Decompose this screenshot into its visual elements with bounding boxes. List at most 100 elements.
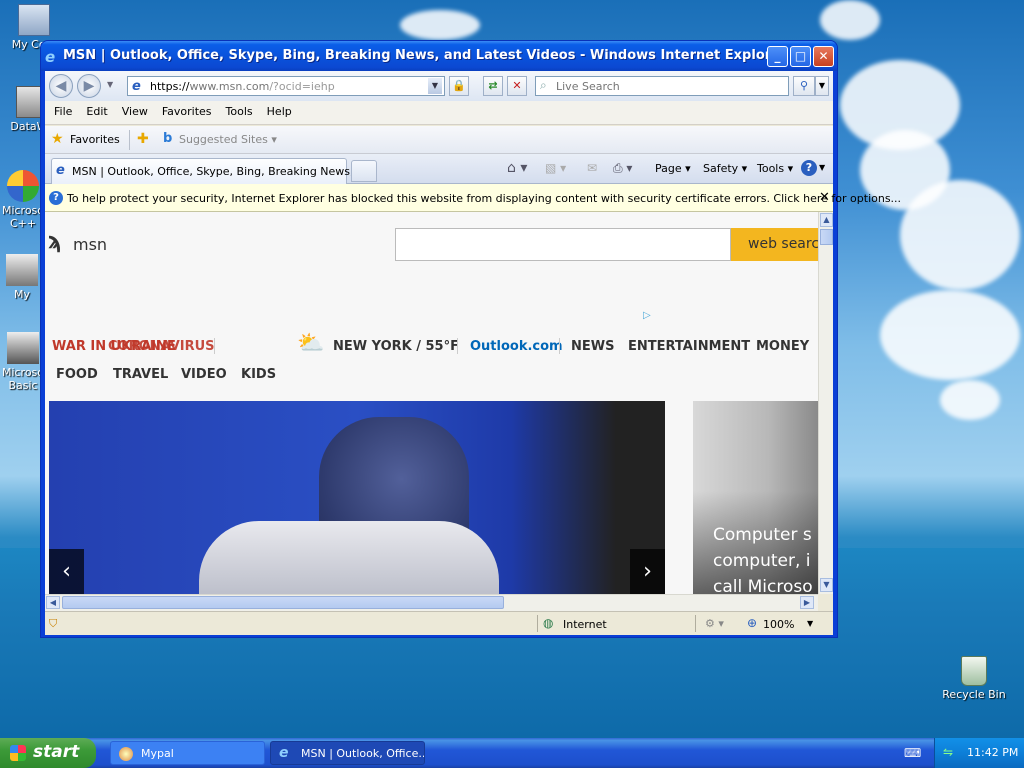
menu-tools[interactable]: Tools — [219, 101, 260, 118]
feeds-icon[interactable]: ▧ ▾ — [545, 161, 566, 175]
zoom-level[interactable]: 100% — [763, 618, 794, 631]
window-title: MSN | Outlook, Office, Skype, Bing, Brea… — [63, 48, 787, 63]
horizontal-scroll-thumb[interactable] — [62, 596, 504, 609]
nav-news[interactable]: NEWS — [571, 339, 614, 354]
carousel-prev-button[interactable]: ‹ — [49, 549, 84, 594]
zoom-dropdown-icon[interactable]: ▼ — [807, 619, 813, 628]
protected-mode-icon[interactable]: ⚙ ▾ — [705, 617, 724, 630]
msn-search-input[interactable] — [395, 228, 731, 261]
forward-arrow-icon: ▶ — [83, 78, 95, 94]
minimize-button[interactable]: _ — [767, 46, 788, 67]
visual-basic-icon — [7, 332, 39, 364]
keyboard-icon[interactable]: ⌨ — [904, 746, 921, 760]
nav-travel[interactable]: TRAVEL — [113, 367, 168, 382]
tools-menu-button[interactable]: Tools ▾ — [757, 162, 793, 175]
mypal-app-icon — [119, 747, 133, 761]
hero-carousel-image[interactable]: ‹ › — [49, 401, 665, 594]
side-story-card[interactable]: Computer s computer, i call Microso — [693, 401, 818, 594]
search-box[interactable]: ⌕ — [535, 76, 789, 96]
desktop-icon-my[interactable]: My — [2, 254, 42, 301]
bing-icon: b — [163, 131, 173, 146]
tab-page-icon: e — [56, 163, 65, 178]
close-button[interactable]: ✕ — [813, 46, 834, 67]
information-bar[interactable]: ? To help protect your security, Interne… — [45, 184, 901, 212]
nav-entertainment[interactable]: ENTERTAINMENT — [628, 339, 750, 354]
ad-choices-icon[interactable]: ▷ — [643, 310, 651, 321]
horizontal-scrollbar[interactable]: ◀ ▶ — [45, 594, 818, 611]
scroll-up-arrow-icon[interactable]: ▲ — [820, 213, 833, 227]
desktop-icon-recycle-bin[interactable]: Recycle Bin — [942, 656, 1006, 701]
nav-coronavirus[interactable]: CORONAVIRUS — [108, 339, 215, 354]
help-dropdown-icon[interactable]: ▼ — [819, 163, 825, 172]
shield-icon: ? — [49, 191, 63, 205]
nav-divider — [214, 338, 215, 354]
safety-menu-button[interactable]: Safety ▾ — [703, 162, 747, 175]
scroll-down-arrow-icon[interactable]: ▼ — [820, 578, 833, 592]
status-bar: ⛉ ◍ Internet ⚙ ▾ ⊕ 100% ▼ — [45, 611, 833, 635]
help-icon[interactable]: ? — [801, 160, 817, 176]
suggested-sites-link[interactable]: Suggested Sites ▾ — [179, 133, 277, 146]
search-magnifier-icon: ⌕ — [540, 78, 547, 92]
favorites-star-icon: ★ — [51, 131, 64, 147]
status-divider — [537, 615, 538, 632]
back-arrow-icon: ◀ — [55, 78, 67, 94]
favorites-button[interactable]: Favorites — [70, 133, 120, 146]
address-url: https://www.msn.com/?ocid=iehp — [150, 80, 335, 93]
menu-favorites[interactable]: Favorites — [155, 101, 219, 118]
msn-logo[interactable]: msn — [73, 235, 107, 254]
vertical-scroll-thumb[interactable] — [820, 229, 833, 245]
title-bar[interactable]: e MSN | Outlook, Office, Skype, Bing, Br… — [41, 41, 837, 71]
add-favorites-icon[interactable]: ✚ — [137, 131, 149, 147]
nav-money[interactable]: MONEY — [756, 339, 809, 354]
refresh-button[interactable]: ⇄ — [483, 76, 503, 96]
security-zone[interactable]: Internet — [563, 618, 607, 631]
clock[interactable]: 11:42 PM — [967, 746, 1018, 759]
maximize-button[interactable]: □ — [790, 46, 811, 67]
taskbar-item-msn[interactable]: e MSN | Outlook, Office.... — [270, 741, 425, 765]
page-menu-button[interactable]: Page ▾ — [655, 162, 691, 175]
mail-icon[interactable]: ✉ — [587, 161, 597, 175]
favorites-bar: ★ Favorites ✚ b Suggested Sites ▾ — [45, 126, 833, 154]
home-icon[interactable]: ⌂ ▾ — [507, 160, 527, 176]
nav-outlook[interactable]: Outlook.com — [470, 339, 563, 354]
nav-weather[interactable]: NEW YORK / 55°F — [333, 339, 459, 354]
scroll-right-arrow-icon[interactable]: ▶ — [800, 596, 814, 609]
web-search-button[interactable]: web search — [731, 228, 818, 261]
carousel-next-button[interactable]: › — [630, 549, 665, 594]
status-divider — [695, 615, 696, 632]
back-button[interactable]: ◀ — [49, 74, 73, 98]
address-dropdown-icon[interactable]: ▼ — [428, 78, 442, 94]
shortcut-icon — [6, 254, 38, 286]
taskbar-item-mypal[interactable]: Mypal — [110, 741, 265, 765]
history-dropdown-icon[interactable]: ▼ — [107, 80, 113, 89]
menu-edit[interactable]: Edit — [79, 101, 114, 118]
address-bar[interactable]: e https://www.msn.com/?ocid=iehp ▼ — [127, 76, 445, 96]
tab-msn[interactable]: e MSN | Outlook, Office, Skype, Bing, Br… — [51, 158, 374, 184]
address-toolbar: ◀ ▶ ▼ e https://www.msn.com/?ocid=iehp ▼… — [45, 71, 833, 101]
search-input[interactable] — [556, 80, 784, 93]
print-icon[interactable]: ⎙ ▾ — [613, 161, 632, 176]
scroll-left-arrow-icon[interactable]: ◀ — [46, 596, 60, 609]
zoom-icon: ⊕ — [747, 616, 758, 630]
menu-file[interactable]: File — [47, 101, 79, 118]
chevron-left-icon: ‹ — [62, 559, 71, 584]
infobar-message: To help protect your security, Internet … — [67, 192, 902, 205]
infobar-close-icon[interactable]: ✕ — [819, 190, 830, 205]
search-button[interactable]: ⚲ — [793, 76, 815, 96]
network-icon[interactable]: ⇋ — [943, 745, 953, 759]
nav-kids[interactable]: KIDS — [241, 367, 276, 382]
nav-video[interactable]: VIDEO — [181, 367, 227, 382]
security-lock-button[interactable]: 🔒 — [449, 76, 469, 96]
new-tab-button[interactable] — [351, 160, 377, 182]
tab-title: MSN | Outlook, Office, Skype, Bing, Brea… — [72, 165, 375, 178]
menu-help[interactable]: Help — [260, 101, 299, 118]
search-options-button[interactable]: ▼ — [815, 76, 829, 96]
desktop-icon-label: Recycle Bin — [942, 688, 1006, 701]
forward-button[interactable]: ▶ — [77, 74, 101, 98]
start-button[interactable]: start — [0, 738, 96, 768]
nav-food[interactable]: FOOD — [56, 367, 98, 382]
menu-view[interactable]: View — [115, 101, 155, 118]
stop-button[interactable]: ✕ — [507, 76, 527, 96]
vertical-scrollbar[interactable]: ▲ ▼ — [818, 212, 833, 594]
visual-cpp-icon — [7, 170, 39, 202]
